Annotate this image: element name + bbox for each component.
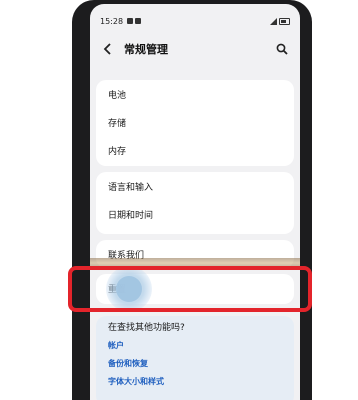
page-title: 常规管理	[124, 43, 168, 56]
link-accounts[interactable]: 帐户	[108, 340, 124, 351]
menu-item-battery[interactable]: 电池	[96, 80, 294, 108]
menu-item-memory[interactable]: 内存	[96, 136, 294, 164]
chevron-left-icon[interactable]	[100, 41, 116, 57]
search-icon[interactable]	[274, 41, 290, 57]
suggestion-card: 在查找其他功能吗? 帐户 备份和恢复 字体大小和样式	[96, 316, 294, 400]
link-font-size-style[interactable]: 字体大小和样式	[108, 376, 164, 387]
highlight-box	[68, 266, 312, 312]
settings-group-1: 电池 存储 内存	[96, 80, 294, 166]
battery-icon	[279, 17, 290, 25]
menu-item-date-time[interactable]: 日期和时间	[96, 200, 294, 228]
status-time: 15:28	[100, 16, 124, 26]
signal-icon	[270, 17, 277, 25]
menu-item-storage[interactable]: 存储	[96, 108, 294, 136]
status-right	[270, 17, 290, 25]
notification-icon-2	[135, 18, 142, 24]
stage: 15:28 常规管理 电池 存储 内存 语言和输入 日期和时间 联系我们 在查找…	[0, 0, 358, 400]
suggestion-title: 在查找其他功能吗?	[108, 323, 185, 333]
link-backup-restore[interactable]: 备份和恢复	[108, 358, 148, 369]
settings-group-2: 语言和输入 日期和时间	[96, 172, 294, 234]
notification-icon	[127, 18, 134, 24]
status-bar: 15:28	[100, 14, 290, 28]
app-header: 常规管理	[100, 34, 290, 64]
menu-item-language-input[interactable]: 语言和输入	[96, 172, 294, 200]
